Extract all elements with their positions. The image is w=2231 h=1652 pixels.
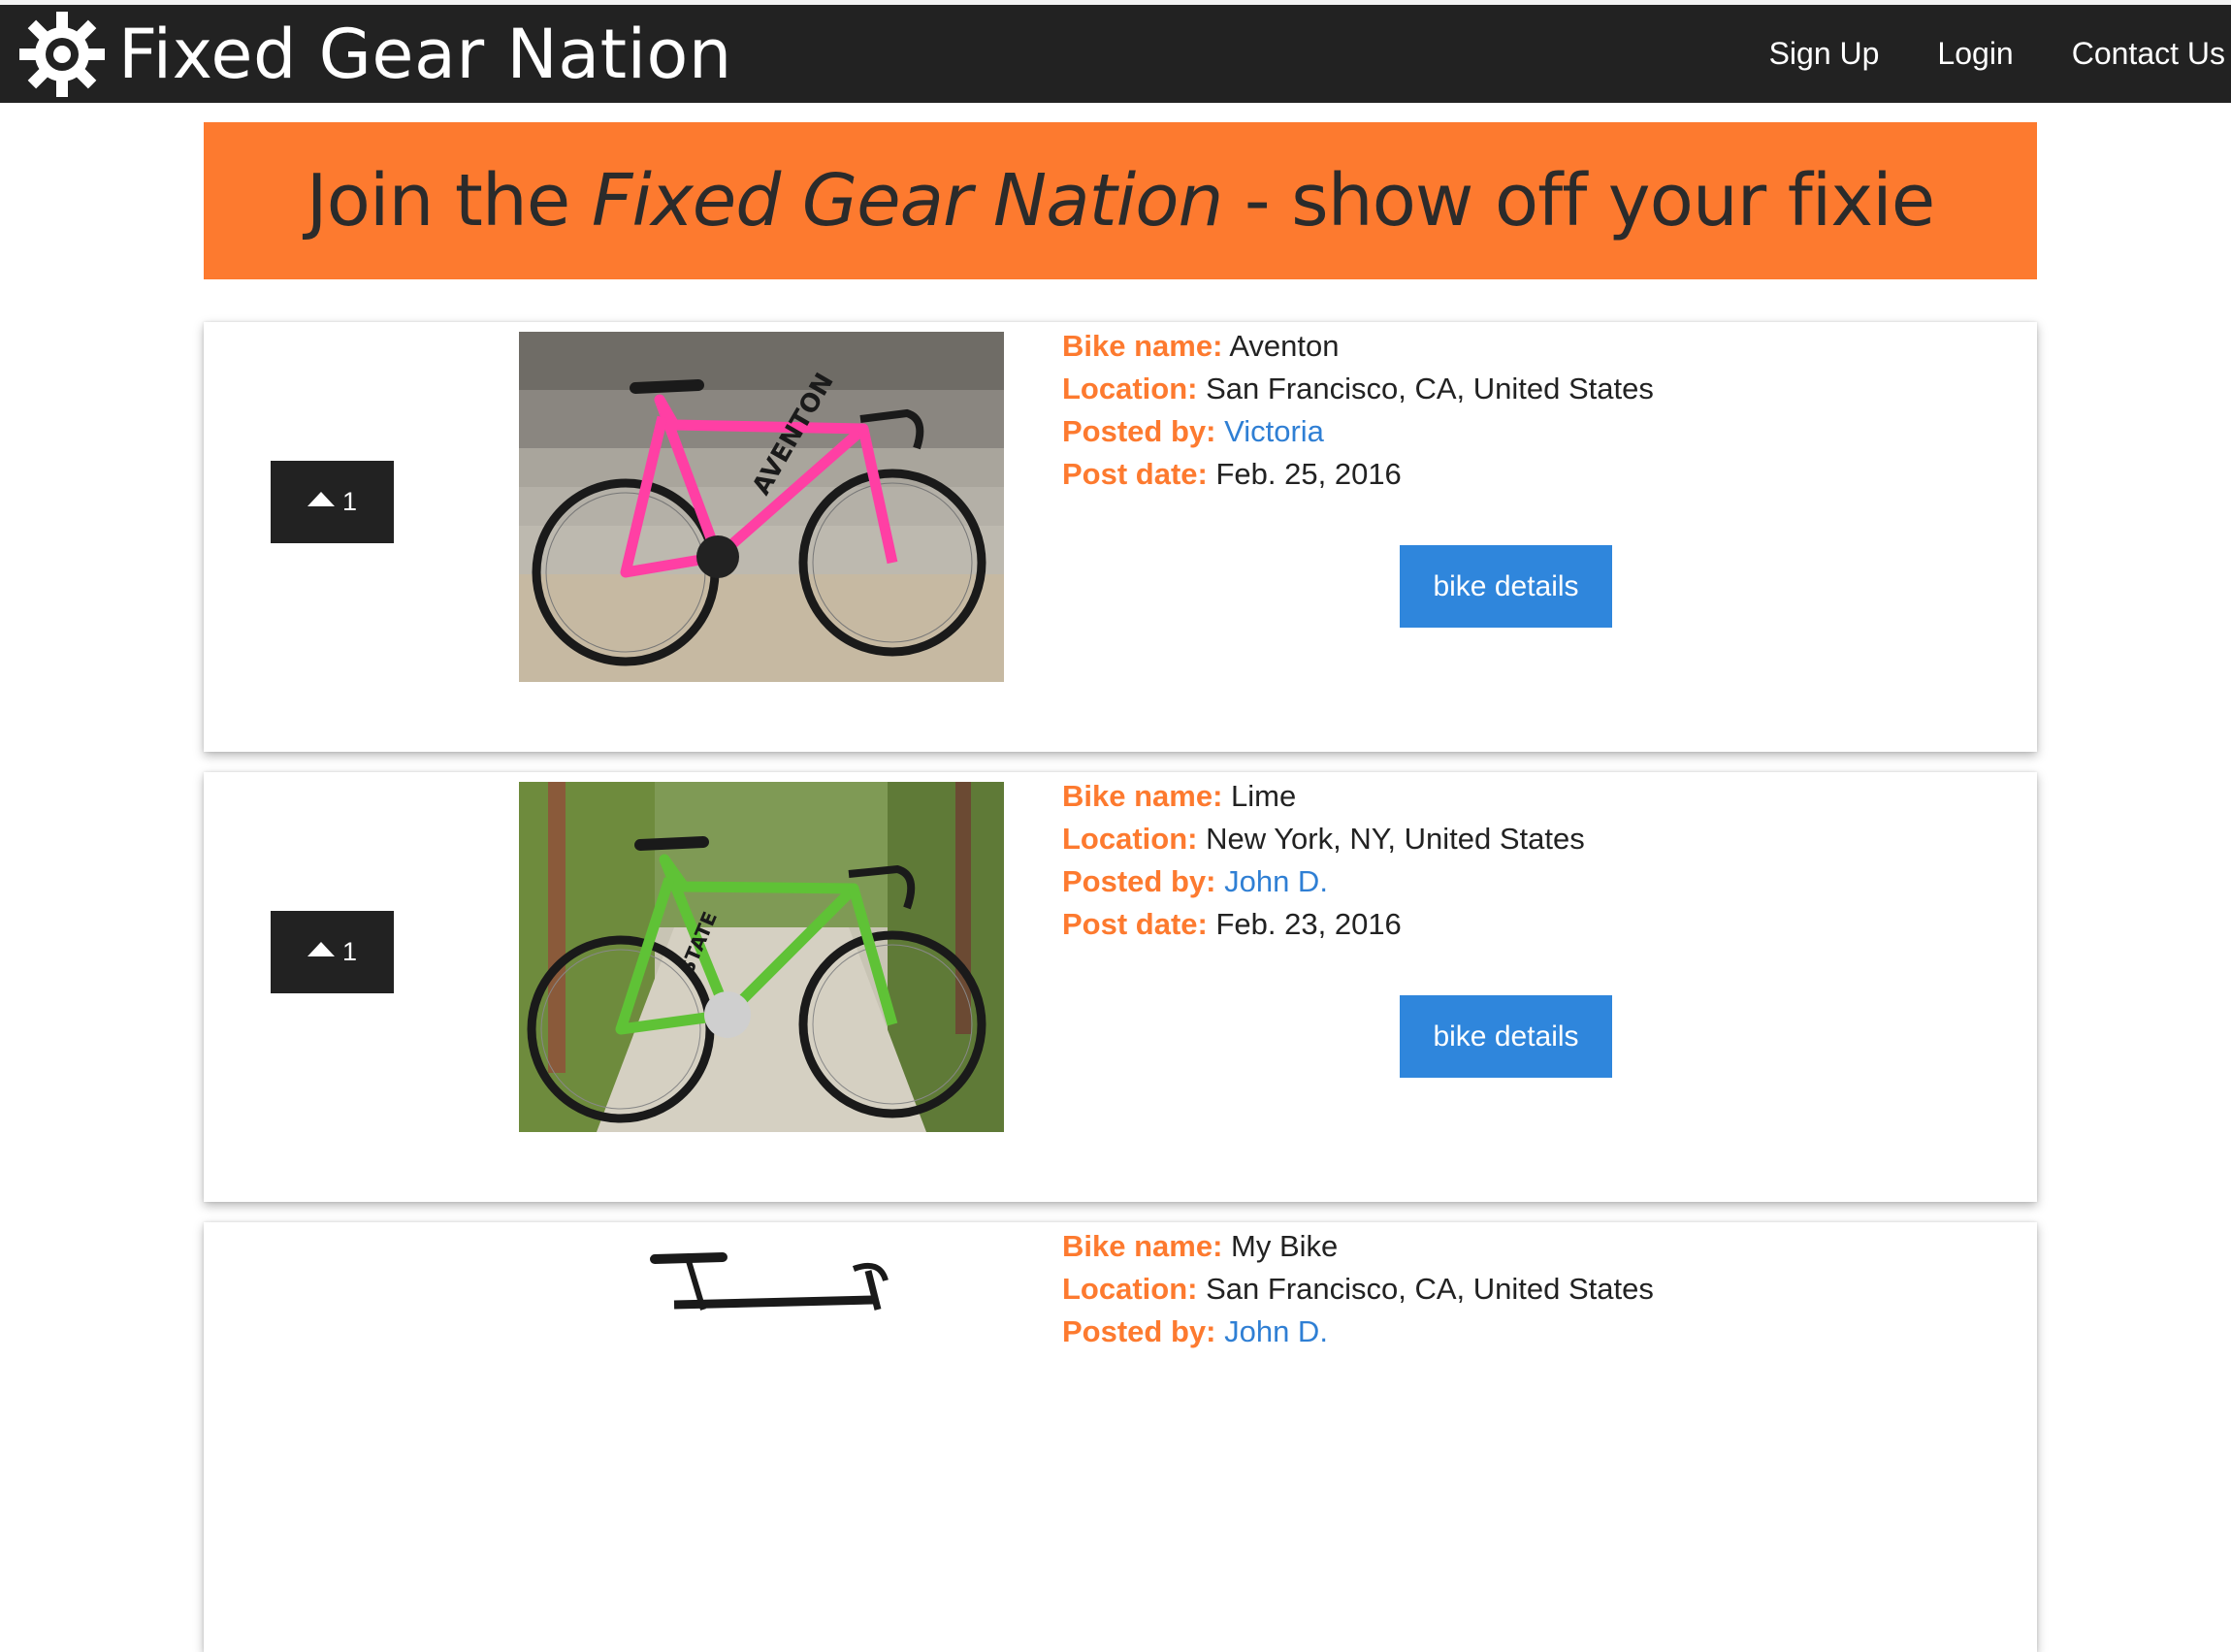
post-date-label: Post date: (1062, 907, 1208, 941)
posted-by-label: Posted by: (1062, 1314, 1216, 1348)
bike-card: 1 STATE Bike name: Lime Location: New Yo… (204, 772, 2037, 1202)
bike-name: My Bike (1231, 1229, 1339, 1263)
posted-by-user-link[interactable]: Victoria (1224, 414, 1324, 448)
bike-name-label: Bike name: (1062, 329, 1223, 363)
bike-name: Aventon (1229, 329, 1340, 363)
hero-prefix: Join the (306, 159, 592, 243)
navbar: Fixed Gear Nation Sign Up Login Contact … (0, 5, 2231, 103)
nav-sign-up[interactable]: Sign Up (1769, 36, 1880, 72)
hero-emphasis: Fixed Gear Nation (591, 159, 1224, 243)
bike-info: Bike name: Lime Location: New York, NY, … (1062, 775, 1585, 946)
upvote-arrow-icon (307, 942, 335, 956)
bike-photo[interactable]: STATE (519, 782, 1004, 1132)
location: San Francisco, CA, United States (1206, 1272, 1654, 1306)
bike-info: Bike name: My Bike Location: San Francis… (1062, 1225, 1654, 1353)
vote-count: 1 (341, 937, 358, 966)
gear-logo-icon (19, 11, 105, 97)
upvote-button[interactable]: 1 (271, 911, 394, 993)
post-date: Feb. 23, 2016 (1215, 907, 1402, 941)
location-label: Location: (1062, 822, 1198, 856)
upvote-arrow-icon (307, 492, 335, 506)
bike-photo[interactable] (519, 1232, 1004, 1582)
brand[interactable]: Fixed Gear Nation (14, 7, 732, 101)
nav-login[interactable]: Login (1937, 36, 2013, 72)
brand-title: Fixed Gear Nation (118, 14, 732, 94)
nav-contact-us[interactable]: Contact Us (2072, 36, 2225, 72)
bike-name: Lime (1231, 779, 1297, 813)
bike-card: Bike name: My Bike Location: San Francis… (204, 1222, 2037, 1652)
posted-by-label: Posted by: (1062, 414, 1216, 448)
bike-info: Bike name: Aventon Location: San Francis… (1062, 325, 1654, 496)
bike-details-button[interactable]: bike details (1400, 545, 1612, 628)
upvote-button[interactable]: 1 (271, 461, 394, 543)
hero-suffix: - show off your fixie (1222, 159, 1935, 243)
vote-count: 1 (341, 487, 358, 516)
location-label: Location: (1062, 372, 1198, 405)
posted-by-user-link[interactable]: John D. (1224, 864, 1328, 898)
bike-name-label: Bike name: (1062, 1229, 1223, 1263)
hero-banner: Join the Fixed Gear Nation - show off yo… (204, 122, 2037, 279)
location: San Francisco, CA, United States (1206, 372, 1654, 405)
bike-details-button[interactable]: bike details (1400, 995, 1612, 1078)
bike-photo[interactable]: AVENTON (519, 332, 1004, 682)
bike-name-label: Bike name: (1062, 779, 1223, 813)
hero-heading: Join the Fixed Gear Nation - show off yo… (306, 159, 1935, 243)
location-label: Location: (1062, 1272, 1198, 1306)
post-date-label: Post date: (1062, 457, 1208, 491)
bike-card: 1 AVENTON Bike name: Aventon Location: S… (204, 322, 2037, 752)
location: New York, NY, United States (1206, 822, 1585, 856)
post-date: Feb. 25, 2016 (1215, 457, 1402, 491)
nav-links: Sign Up Login Contact Us (1711, 5, 2225, 103)
posted-by-user-link[interactable]: John D. (1224, 1314, 1328, 1348)
posted-by-label: Posted by: (1062, 864, 1216, 898)
